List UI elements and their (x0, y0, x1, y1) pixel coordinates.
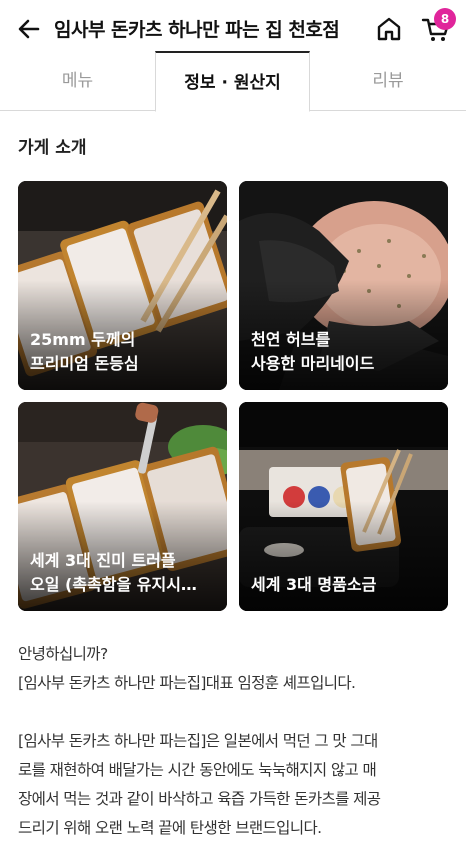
intro-line: 안녕하십니까? (18, 645, 108, 663)
tab-menu[interactable]: 메뉴 (0, 51, 155, 111)
tab-reviews[interactable]: 리뷰 (310, 51, 466, 111)
caption-line: 오일 (촉촉함을 유지시… (30, 575, 197, 594)
tab-info-origin[interactable]: 정보 · 원산지 (155, 51, 310, 112)
section-title: 가게 소개 (18, 138, 87, 158)
caption-line: 25mm 두께의 (30, 330, 136, 349)
intro-line: 로를 재현하여 배달가는 시간 동안에도 눅눅해지지 않고 매 (18, 761, 377, 779)
caption-line: 프리미엄 돈등심 (30, 354, 139, 373)
arrow-left-icon (18, 19, 40, 39)
intro-line: 장에서 먹는 것과 같이 바삭하고 육즙 가득한 돈카츠를 제공 (18, 790, 381, 808)
intro-line: 드리기 위해 오랜 노력 끝에 탄생한 브랜드입니다. (18, 819, 322, 837)
tab-bar: 메뉴 정보 · 원산지 리뷰 (0, 51, 466, 112)
home-button[interactable] (374, 14, 404, 44)
caption-line: 천연 허브를 (251, 330, 331, 349)
card-caption: 세계 3대 진미 트러플 오일 (촉촉함을 유지시… (30, 549, 217, 597)
app-header: 임사부 돈카츠 하나만 파는 집 천호점 8 (0, 0, 466, 56)
intro-line: [임사부 돈카츠 하나만 파는집]은 일본에서 먹던 그 맛 그대 (18, 732, 378, 750)
store-introduction: 안녕하십니까? [임사부 돈카츠 하나만 파는집]대표 임정훈 셰프입니다. [… (18, 640, 452, 843)
cart-count-badge: 8 (434, 8, 456, 30)
intro-line: [임사부 돈카츠 하나만 파는집]대표 임정훈 셰프입니다. (18, 674, 356, 692)
page-title: 임사부 돈카츠 하나만 파는 집 천호점 (54, 19, 340, 41)
caption-line: 사용한 마리네이드 (251, 354, 375, 373)
back-button[interactable] (14, 14, 44, 44)
intro-card[interactable]: 천연 허브를 사용한 마리네이드 (239, 181, 448, 390)
home-icon (377, 17, 401, 41)
card-caption: 천연 허브를 사용한 마리네이드 (251, 328, 438, 376)
intro-card[interactable]: 25mm 두께의 프리미엄 돈등심 (18, 181, 227, 390)
card-caption: 25mm 두께의 프리미엄 돈등심 (30, 328, 217, 376)
caption-line: 세계 3대 명품소금 (251, 575, 377, 594)
intro-card[interactable]: 세계 3대 진미 트러플 오일 (촉촉함을 유지시… (18, 402, 227, 611)
caption-line: 세계 3대 진미 트러플 (30, 551, 176, 570)
card-caption: 세계 3대 명품소금 (251, 573, 438, 597)
intro-card[interactable]: 세계 3대 명품소금 (239, 402, 448, 611)
